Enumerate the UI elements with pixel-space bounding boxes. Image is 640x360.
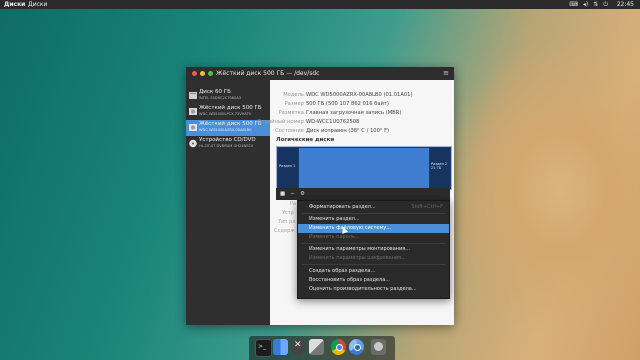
optical-disc-icon bbox=[189, 139, 197, 148]
clock[interactable]: 22:45 bbox=[617, 1, 634, 8]
window-controls bbox=[192, 71, 213, 76]
drive-name: Жёсткий диск 500 ГБ bbox=[199, 121, 262, 127]
menu-item-label: Оценить производительность раздела... bbox=[309, 286, 417, 292]
info-key: Серийный номер bbox=[257, 119, 304, 125]
info-key: Размер bbox=[284, 101, 304, 107]
network-icon[interactable]: ⇅ bbox=[593, 1, 598, 8]
volume-map: Раздел 1 Раздел 2 21 ГБ bbox=[276, 146, 452, 190]
keyboard-icon[interactable]: ⌨ bbox=[569, 1, 578, 8]
faded-label: Тип ра bbox=[278, 219, 296, 225]
menu-item-mount-options[interactable]: Изменить параметры монтирования... bbox=[298, 245, 449, 254]
menu-separator bbox=[302, 264, 445, 265]
minus-icon[interactable]: − bbox=[290, 190, 295, 198]
faded-label: Содерж bbox=[274, 228, 295, 234]
info-row-assessment: Состояние Диск исправен (38° C / 100° F) bbox=[270, 127, 454, 135]
partition-label: Раздел 1 bbox=[279, 164, 296, 168]
menu-item-encryption-options[interactable]: Изменить параметры шифрования... bbox=[298, 254, 449, 263]
faded-label: Устр bbox=[282, 210, 294, 216]
top-panel: Диски Диски ⌨ ◂) ⇅ ⏻ 22:45 bbox=[0, 0, 640, 9]
drive-item-optical[interactable]: Устройство CD/DVD HL-DT-ST DVDRAM GH24NS… bbox=[186, 136, 270, 152]
info-value: Диск исправен (38° C / 100° F) bbox=[306, 128, 390, 134]
drive-model: HL-DT-ST DVDRAM GH24NSC0 bbox=[199, 144, 254, 148]
maximize-button[interactable] bbox=[208, 71, 213, 76]
menu-item-benchmark[interactable]: Оценить производительность раздела... bbox=[298, 285, 449, 294]
info-row-size: Размер 500 ГБ (500 107 862 016 байт) bbox=[270, 100, 454, 108]
menu-item-label: Изменить файловую систему... bbox=[309, 225, 391, 231]
drive-model: WDC WD5000AZRX-00A8LB0 bbox=[199, 128, 252, 132]
menu-item-label: Изменить раздел... bbox=[309, 216, 360, 222]
hamburger-menu-icon[interactable]: ≡ bbox=[443, 69, 449, 77]
info-value: 500 ГБ (500 107 862 016 байт) bbox=[306, 101, 389, 107]
menu-item-label: Форматировать раздел... bbox=[309, 204, 376, 210]
menu-item-label: Изменить пароль... bbox=[309, 234, 360, 240]
drive-item-ssd[interactable]: Диск 60 ГБ INTEL SSDSC2CT060A3 bbox=[186, 88, 270, 104]
info-row-model: Модель WDC WD5000AZRX-00A8LB0 (01.01A01) bbox=[270, 91, 454, 99]
menu-item-label: Изменить параметры шифрования... bbox=[309, 255, 406, 261]
close-button[interactable] bbox=[192, 71, 197, 76]
drive-model: WDC WD5000LPCX-75VHAT0 bbox=[199, 112, 252, 116]
menu-item-format[interactable]: Форматировать раздел... Shift+Ctrl+F bbox=[298, 203, 449, 212]
partition-label: Раздел 2 21 ГБ bbox=[431, 162, 448, 170]
app-menu[interactable]: Диски bbox=[28, 1, 47, 8]
info-value: Главная загрузочная запись (MBR) bbox=[306, 110, 402, 116]
menu-item-create-image[interactable]: Создать образ раздела... bbox=[298, 267, 449, 276]
tray-icons: ⌨ ◂) ⇅ ⏻ bbox=[569, 1, 608, 8]
hard-disk-icon bbox=[189, 124, 197, 131]
disk-utility-icon[interactable] bbox=[371, 339, 386, 355]
info-value: WD-WCC1U0762508 bbox=[306, 119, 360, 125]
partition-3[interactable]: Раздел 2 21 ГБ bbox=[430, 148, 450, 188]
info-row-serial: Серийный номер WD-WCC1U0762508 bbox=[258, 118, 454, 126]
files-icon[interactable] bbox=[273, 339, 288, 355]
active-app-name[interactable]: Диски bbox=[4, 1, 25, 8]
power-icon[interactable]: ⏻ bbox=[603, 1, 608, 8]
stop-icon[interactable]: ■ bbox=[280, 190, 285, 198]
menu-separator bbox=[302, 243, 445, 244]
volumes-heading: Логические диски bbox=[276, 137, 335, 143]
info-value: WDC WD5000AZRX-00A8LB0 (01.01A01) bbox=[306, 92, 413, 98]
menu-item-label: Создать образ раздела... bbox=[309, 268, 376, 274]
text-editor-icon[interactable] bbox=[309, 339, 324, 355]
crossover-icon[interactable]: ✕ bbox=[291, 339, 306, 355]
info-key: Модель bbox=[283, 92, 304, 98]
drive-name: Жёсткий диск 500 ГБ bbox=[199, 105, 262, 111]
partition-context-menu: Форматировать раздел... Shift+Ctrl+F Изме… bbox=[297, 200, 450, 299]
menu-shortcut: Shift+Ctrl+F bbox=[411, 204, 443, 210]
gear-icon[interactable]: ⚙ bbox=[300, 190, 305, 198]
menu-item-change-passphrase[interactable]: Изменить пароль... bbox=[298, 233, 449, 242]
menu-item-label: Изменить параметры монтирования... bbox=[309, 246, 411, 252]
menu-item-label: Восстановить образ раздела... bbox=[309, 277, 391, 283]
partition-2-selected[interactable] bbox=[299, 148, 429, 188]
chrome-icon[interactable] bbox=[331, 339, 346, 355]
drive-name: Устройство CD/DVD bbox=[199, 137, 256, 143]
faded-label: Ра bbox=[290, 201, 297, 207]
partition-1[interactable]: Раздел 1 bbox=[278, 148, 298, 188]
menu-item-edit-partition[interactable]: Изменить раздел... bbox=[298, 215, 449, 224]
volume-toolbar: ■ − ⚙ bbox=[276, 188, 450, 200]
minimize-button[interactable] bbox=[200, 71, 205, 76]
terminal-icon[interactable]: >_ bbox=[255, 339, 272, 357]
drive-model: INTEL SSDSC2CT060A3 bbox=[199, 96, 242, 100]
window-title: Жёсткий диск 500 ГБ — /dev/sdc bbox=[216, 70, 320, 77]
title-bar[interactable]: Жёсткий диск 500 ГБ — /dev/sdc ≡ bbox=[186, 67, 454, 80]
ssd-icon bbox=[189, 92, 197, 99]
info-row-partitioning: Разметка Главная загрузочная запись (MBR… bbox=[270, 109, 454, 117]
chromium-icon[interactable] bbox=[349, 339, 364, 355]
drive-name: Диск 60 ГБ bbox=[199, 89, 231, 95]
menu-item-restore-image[interactable]: Восстановить образ раздела... bbox=[298, 276, 449, 285]
menu-separator bbox=[302, 213, 445, 214]
hard-disk-icon bbox=[189, 108, 197, 115]
drive-list: Диск 60 ГБ INTEL SSDSC2CT060A3 Жёсткий д… bbox=[186, 80, 270, 325]
volume-icon[interactable]: ◂) bbox=[583, 1, 588, 8]
info-key: Состояние bbox=[275, 128, 304, 134]
menu-item-edit-filesystem[interactable]: Изменить файловую систему... bbox=[298, 224, 449, 233]
info-key: Разметка bbox=[278, 110, 304, 116]
dock: >_ ✕ bbox=[249, 336, 395, 360]
